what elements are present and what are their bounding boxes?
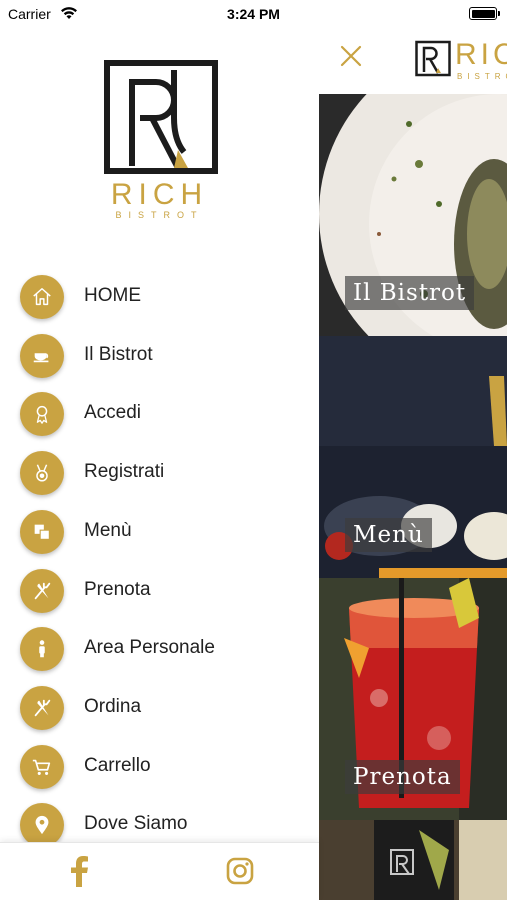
social-footer [0,842,319,900]
header-logo-icon [415,40,451,77]
tile-bottle[interactable] [319,820,507,900]
bottle-photo [319,820,507,900]
brand-tagline: BISTROT [115,210,204,220]
cart-icon [20,745,64,789]
menu-item-area-personale[interactable]: Area Personale [0,622,319,672]
cutlery-icon [20,686,64,730]
menu-item-prenota[interactable]: Prenota [0,564,319,614]
person-icon [20,627,64,671]
menu-label: Registrati [84,461,165,482]
facebook-icon[interactable] [66,855,92,887]
home-icon [20,275,64,319]
menu-label: Prenota [84,579,151,600]
ribbon-icon [20,392,64,436]
side-drawer: RICH BISTROT HOME Il Bistrot Accedi Regi… [0,0,319,900]
menu-item-menu[interactable]: Menù [0,505,319,555]
tile-caption: Il Bistrot [345,276,475,310]
menu-label: Menù [84,520,132,541]
close-icon[interactable] [337,42,365,70]
menu-item-registrati[interactable]: Registrati [0,446,319,496]
header-brand-tagline: BISTROT [457,72,507,81]
menu-label: Il Bistrot [84,344,153,365]
menu-item-dove-siamo[interactable]: Dove Siamo [0,798,319,848]
menu-label: Carrello [84,755,151,776]
menu-label: Area Personale [84,637,215,658]
instagram-icon[interactable] [226,857,254,885]
menu-label: HOME [84,285,141,306]
battery-icon [469,7,500,20]
tile-prenota[interactable]: Prenota [319,578,507,820]
status-bar: Carrier 3:24 PM [0,0,507,28]
menu-label: Accedi [84,402,142,423]
menu-item-accedi[interactable]: Accedi [0,387,319,437]
menu-item-carrello[interactable]: Carrello [0,740,319,790]
cutlery-icon [20,569,64,613]
clock: 3:24 PM [227,6,280,22]
menu-item-ordina[interactable]: Ordina [0,681,319,731]
tile-caption: Prenota [345,760,460,794]
location-pin-icon [20,803,64,847]
brand-name: RICH [110,178,209,211]
tile-il-bistrot[interactable]: Il Bistrot [319,94,507,336]
cup-icon [20,334,64,378]
top-bar: RICH BISTROT [319,28,507,94]
tile-menu[interactable]: Menù [319,336,507,578]
tile-caption: Menù [345,518,432,552]
medal-icon [20,451,64,495]
menu-item-il-bistrot[interactable]: Il Bistrot [0,329,319,379]
squares-icon [20,510,64,554]
header-brand-name: RICH [455,38,507,71]
menu-label: Ordina [84,696,142,717]
menu-item-home[interactable]: HOME [0,270,319,320]
menu-label: Dove Siamo [84,813,188,834]
main-content: RICH BISTROT Il Bistrot [319,0,507,900]
